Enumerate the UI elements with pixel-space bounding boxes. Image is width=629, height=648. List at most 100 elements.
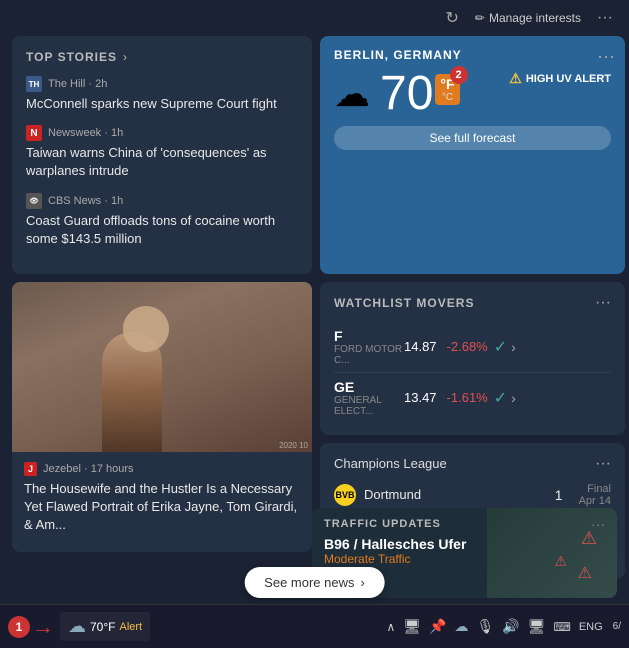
news-headline: McConnell sparks new Supreme Court fight	[26, 95, 298, 113]
weather-main: ☁ 70 °F °C 2	[334, 70, 460, 118]
checkmark-icon: ✓	[494, 388, 507, 408]
taskbar-keyboard-icon: ⌨	[553, 620, 570, 634]
weather-location: BERLIN, GERMANY	[334, 48, 611, 62]
watchlist-title: WATCHLIST MOVERS	[334, 296, 474, 310]
watchlist-more-button[interactable]: ···	[595, 294, 611, 312]
article-photo: 2020 10	[12, 282, 312, 452]
article-source-name: Jezebel · 17 hours	[43, 463, 134, 475]
source-name: CBS News · 1h	[48, 195, 123, 207]
champions-more-button[interactable]: ···	[595, 455, 611, 473]
taskbar-temperature: 70°F	[90, 620, 115, 634]
top-bar: ↻ ✏ Manage interests ···	[0, 0, 629, 36]
newsweek-logo: N	[26, 125, 42, 141]
article-source-row: J Jezebel · 17 hours	[12, 452, 312, 480]
weather-card: ··· BERLIN, GERMANY ☁ 70 °F °C 2 ⚠ HIGH …	[320, 36, 625, 274]
stock-change: -1.61%	[447, 390, 488, 405]
taskbar-cloud-sys-icon: ☁	[454, 618, 468, 635]
stock-name: GENERAL ELECT...	[334, 395, 404, 417]
weather-unit-c: °C	[442, 92, 453, 103]
dortmund-logo: BVB	[334, 484, 356, 506]
news-source-row: 👁 CBS News · 1h	[26, 193, 298, 209]
arrow-right-icon: →	[32, 614, 54, 640]
news-headline: Coast Guard offloads tons of cocaine wor…	[26, 212, 298, 248]
top-stories-chevron-icon: ›	[123, 50, 127, 64]
source-name: Newsweek · 1h	[48, 127, 123, 139]
stock-price: 13.47	[404, 390, 437, 405]
top-stories-card: TOP STORIES › TH The Hill · 2h McConnell…	[12, 36, 312, 274]
taskbar-alert-text: Alert	[119, 621, 142, 633]
more-options-button[interactable]: ···	[597, 9, 613, 27]
champions-header: Champions League ···	[334, 455, 611, 473]
see-more-news-container: See more news ›	[244, 567, 385, 598]
news-item[interactable]: N Newsweek · 1h Taiwan warns China of 'c…	[26, 125, 298, 180]
traffic-title: TRAFFIC UPDATES	[324, 518, 441, 530]
jezebel-logo: J	[24, 462, 37, 476]
uv-alert: ⚠ HIGH UV ALERT	[509, 70, 611, 87]
article-headline: The Housewife and the Hustler Is a Neces…	[12, 480, 312, 545]
photo-article-card[interactable]: 2020 10 J Jezebel · 17 hours The Housewi…	[12, 282, 312, 552]
taskbar-monitor-icon: 🖥	[528, 618, 546, 635]
taskbar-cloud-icon: ☁	[68, 616, 86, 637]
stock-change: -2.68%	[447, 339, 488, 354]
traffic-warning-icon-3: ⚠	[578, 563, 592, 583]
stock-price: 14.87	[404, 339, 437, 354]
news-source-row: N Newsweek · 1h	[26, 125, 298, 141]
watchlist-header: WATCHLIST MOVERS ···	[334, 294, 611, 312]
news-source-row: TH The Hill · 2h	[26, 76, 298, 92]
cbs-logo: 👁	[26, 193, 42, 209]
stock-row[interactable]: GE GENERAL ELECT... 13.47 -1.61% ✓ ›	[334, 373, 611, 423]
uv-alert-text: HIGH UV ALERT	[526, 73, 611, 85]
chevron-up-icon[interactable]: ∧	[386, 620, 395, 634]
stock-name: FORD MOTOR C...	[334, 344, 404, 366]
photo-date-overlay: 2020 10	[279, 441, 308, 450]
taskbar-system-icons: ∧ 🖥 📌 ☁ 🎙 🔊 🖥 ⌨ ENG	[386, 618, 602, 635]
refresh-icon[interactable]: ↻	[445, 8, 458, 28]
checkmark-icon: ✓	[494, 337, 507, 357]
see-more-news-button[interactable]: See more news ›	[244, 567, 385, 598]
taskbar-pin-icon: 📌	[429, 618, 446, 635]
taskbar-badge-number: 1	[8, 616, 30, 638]
traffic-warning-icon-2: ⚠	[554, 553, 567, 570]
taskbar-eng-label[interactable]: ENG	[579, 621, 603, 633]
weather-unit-badge[interactable]: °F °C 2	[435, 74, 459, 105]
cloud-icon: ☁	[334, 73, 370, 115]
weather-temp-group: 70 °F °C 2	[380, 70, 460, 118]
top-stories-title: TOP STORIES	[26, 50, 117, 64]
weather-temp: 70	[380, 70, 433, 118]
stock-row[interactable]: F FORD MOTOR C... 14.87 -2.68% ✓ ›	[334, 322, 611, 373]
watchlist-card: WATCHLIST MOVERS ··· F FORD MOTOR C... 1…	[320, 282, 625, 435]
warning-icon: ⚠	[509, 70, 522, 87]
stock-ticker: F	[334, 328, 364, 344]
chevron-right-icon: ›	[360, 575, 364, 590]
taskbar-time: 6/	[613, 621, 621, 632]
news-headline: Taiwan warns China of 'consequences' as …	[26, 144, 298, 180]
thehill-logo: TH	[26, 76, 42, 92]
match-score-dortmund: 1	[555, 487, 563, 503]
taskbar-badge-area: 1 →	[8, 614, 54, 640]
match-result-date: Apr 14	[579, 495, 611, 507]
see-full-forecast-button[interactable]: See full forecast	[334, 126, 611, 150]
weather-more-button[interactable]: ···	[597, 46, 615, 67]
team-name-dortmund: Dortmund	[364, 487, 555, 502]
traffic-warning-icon: ⚠	[581, 528, 597, 549]
taskbar-network-icon: 🖥	[403, 618, 421, 635]
taskbar-weather-widget[interactable]: ☁ 70°F Alert	[60, 612, 150, 641]
weather-top-row: ☁ 70 °F °C 2 ⚠ HIGH UV ALERT	[334, 70, 611, 126]
source-name: The Hill · 2h	[48, 78, 107, 90]
match-row-dortmund: BVB Dortmund 1 Final Apr 14	[334, 483, 611, 507]
taskbar: 1 → ☁ 70°F Alert ∧ 🖥 📌 ☁ 🎙 🔊 🖥 ⌨ ENG 6/	[0, 604, 629, 648]
match-result-label: Final	[587, 483, 611, 495]
manage-interests-button[interactable]: ✏ Manage interests	[475, 11, 581, 25]
arrow-right-icon: ›	[511, 390, 516, 406]
news-item[interactable]: TH The Hill · 2h McConnell sparks new Su…	[26, 76, 298, 113]
news-item[interactable]: 👁 CBS News · 1h Coast Guard offloads ton…	[26, 193, 298, 248]
top-stories-header[interactable]: TOP STORIES ›	[26, 50, 298, 64]
main-content: TOP STORIES › TH The Hill · 2h McConnell…	[0, 36, 629, 579]
taskbar-speaker-icon[interactable]: 🔊	[502, 618, 519, 635]
weather-badge-number: 2	[450, 66, 468, 84]
champions-title: Champions League	[334, 456, 447, 471]
stock-ticker: GE	[334, 379, 364, 395]
pencil-icon: ✏	[475, 11, 485, 25]
taskbar-mic-icon[interactable]: 🎙	[476, 618, 494, 635]
arrow-right-icon: ›	[511, 339, 516, 355]
